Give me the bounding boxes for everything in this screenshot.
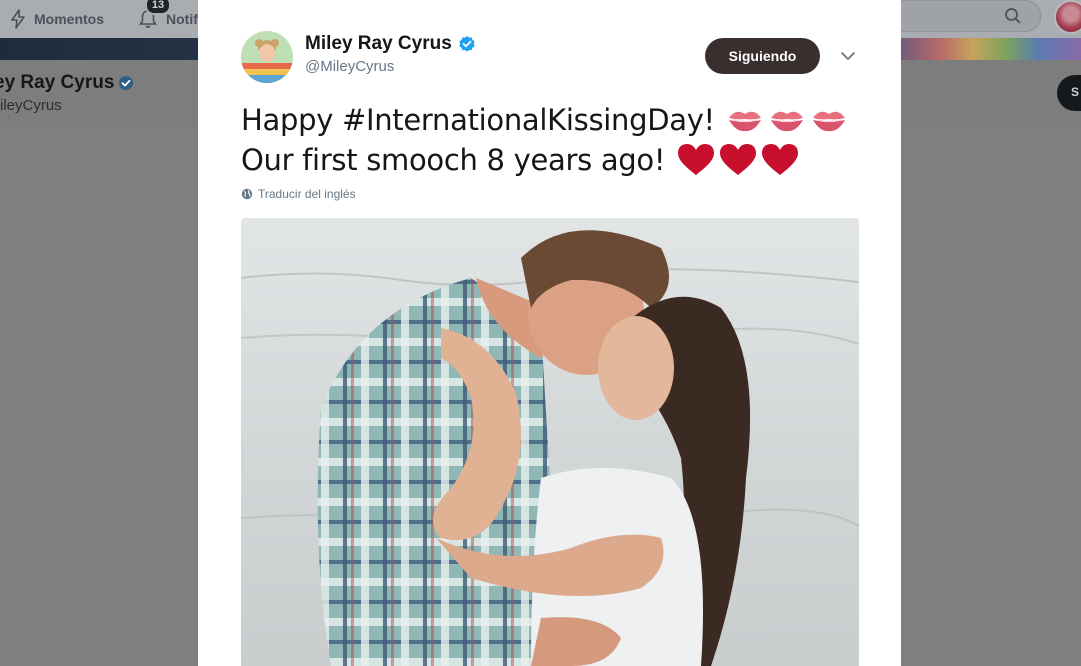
kiss-emoji-row [727, 107, 847, 133]
background-profile-name-text: ey Ray Cyrus [0, 72, 115, 93]
tweet-text-line-2: Our first smooch 8 years ago! [241, 140, 881, 180]
red-heart-icon [678, 144, 715, 175]
author-avatar[interactable] [241, 31, 293, 83]
verified-badge-icon [119, 76, 134, 90]
translate-link[interactable]: Traducir del inglés [241, 187, 356, 201]
nav-moments-label: Momentos [34, 11, 104, 27]
red-heart-icon [720, 144, 757, 175]
tweet-text: Happy #InternationalKissingDay! Our firs… [241, 100, 881, 180]
tweet-photo[interactable] [241, 218, 859, 666]
search-icon[interactable] [1004, 7, 1022, 25]
following-button[interactable]: Siguiendo [705, 38, 820, 74]
author-name-row[interactable]: Miley Ray Cyrus [305, 33, 476, 55]
background-profile-name: ey Ray Cyrus [0, 72, 134, 94]
tweet-text-line-1-content: Happy #InternationalKissingDay! [241, 103, 715, 137]
tweet-options-button[interactable] [838, 46, 858, 66]
chevron-down-icon [841, 52, 855, 60]
red-heart-icon [762, 144, 799, 175]
heart-emoji-row [677, 143, 799, 177]
notifications-count-badge: 13 [145, 0, 171, 15]
globe-icon [241, 188, 253, 200]
verified-badge-icon [459, 36, 475, 52]
kiss-mark-icon [770, 111, 803, 132]
nav-moments[interactable]: Momentos [10, 0, 104, 38]
kiss-mark-icon [728, 111, 761, 132]
photo-couple-kissing [241, 218, 859, 666]
kiss-mark-icon [812, 111, 845, 132]
search-input[interactable]: er [880, 0, 1041, 32]
author-handle[interactable]: @MileyCyrus [305, 58, 394, 75]
tweet-text-line-2-content: Our first smooch 8 years ago! [241, 143, 666, 177]
translate-label: Traducir del inglés [258, 187, 356, 201]
account-avatar[interactable] [1054, 0, 1081, 34]
nav-notifications-label: Notif [166, 11, 198, 27]
lightning-icon [11, 9, 25, 29]
author-display-name[interactable]: Miley Ray Cyrus [305, 33, 452, 55]
tweet-modal: Miley Ray Cyrus @MileyCyrus Siguiendo Ha… [198, 0, 901, 666]
tweet-text-line-1: Happy #InternationalKissingDay! [241, 100, 881, 140]
avatar-photo [241, 31, 293, 83]
background-follow-label: S [1071, 85, 1080, 99]
background-profile-handle: ileyCyrus [0, 97, 62, 114]
